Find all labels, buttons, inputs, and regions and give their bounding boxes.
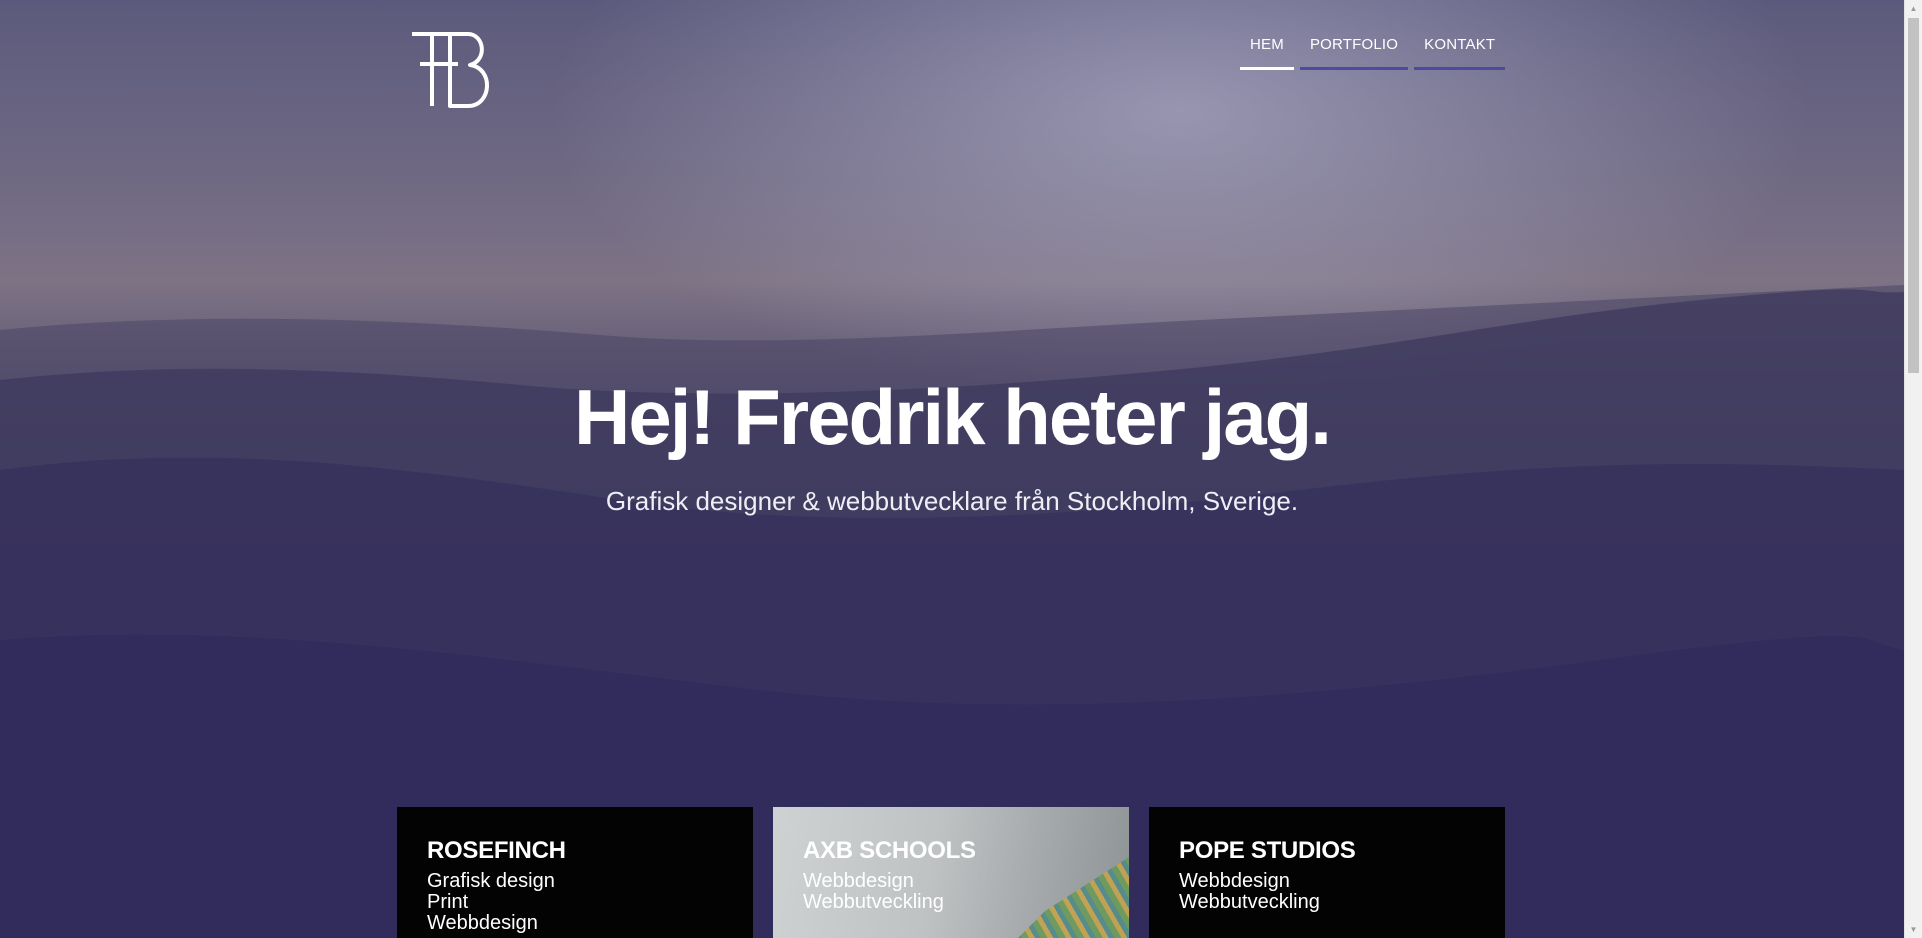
card-tag: Webbdesign	[1179, 870, 1290, 892]
scrollbar-thumb[interactable]	[1908, 18, 1919, 373]
card-title: POPE STUDIOS	[1179, 837, 1356, 864]
nav-item-portfolio[interactable]: PORTFOLIO	[1299, 24, 1409, 70]
vertical-scrollbar[interactable]: ▲ ▼	[1904, 0, 1922, 938]
hero-title: Hej! Fredrik heter jag.	[574, 373, 1332, 461]
nav-item-hem[interactable]: HEM	[1240, 24, 1294, 70]
fb-monogram-icon	[412, 32, 489, 108]
page: HEM PORTFOLIO KONTAKT Hej! Fredrik heter…	[0, 0, 1922, 938]
portfolio-card-pope-studios[interactable]: POPE STUDIOS Webbdesign Webbutveckling	[1149, 807, 1505, 938]
portfolio-card-axb-schools[interactable]: AXB SCHOOLS Webbdesign Webbutveckling	[773, 807, 1129, 938]
card-tag: Webbdesign	[427, 912, 538, 934]
background-landscape	[0, 285, 1904, 938]
card-title: AXB SCHOOLS	[803, 837, 976, 864]
card-tag: Webbutveckling	[1179, 891, 1320, 913]
nav-item-kontakt[interactable]: KONTAKT	[1414, 24, 1506, 70]
card-tag: Webbdesign	[803, 870, 914, 892]
card-tag: Webbutveckling	[803, 891, 944, 913]
logo[interactable]	[410, 30, 500, 110]
card-tag: Grafisk design	[427, 870, 555, 892]
scroll-up-icon[interactable]: ▲	[1905, 0, 1922, 17]
card-tag: Print	[427, 891, 469, 913]
main-nav: HEM PORTFOLIO KONTAKT	[1240, 24, 1506, 70]
hero-subtitle: Grafisk designer & webbutvecklare från S…	[605, 486, 1299, 516]
portfolio-card-rosefinch[interactable]: ROSEFINCH Grafisk design Print Webbdesig…	[397, 807, 753, 938]
scroll-down-icon[interactable]: ▼	[1905, 921, 1922, 938]
card-title: ROSEFINCH	[427, 837, 566, 864]
portfolio-cards: ROSEFINCH Grafisk design Print Webbdesig…	[397, 807, 1505, 938]
